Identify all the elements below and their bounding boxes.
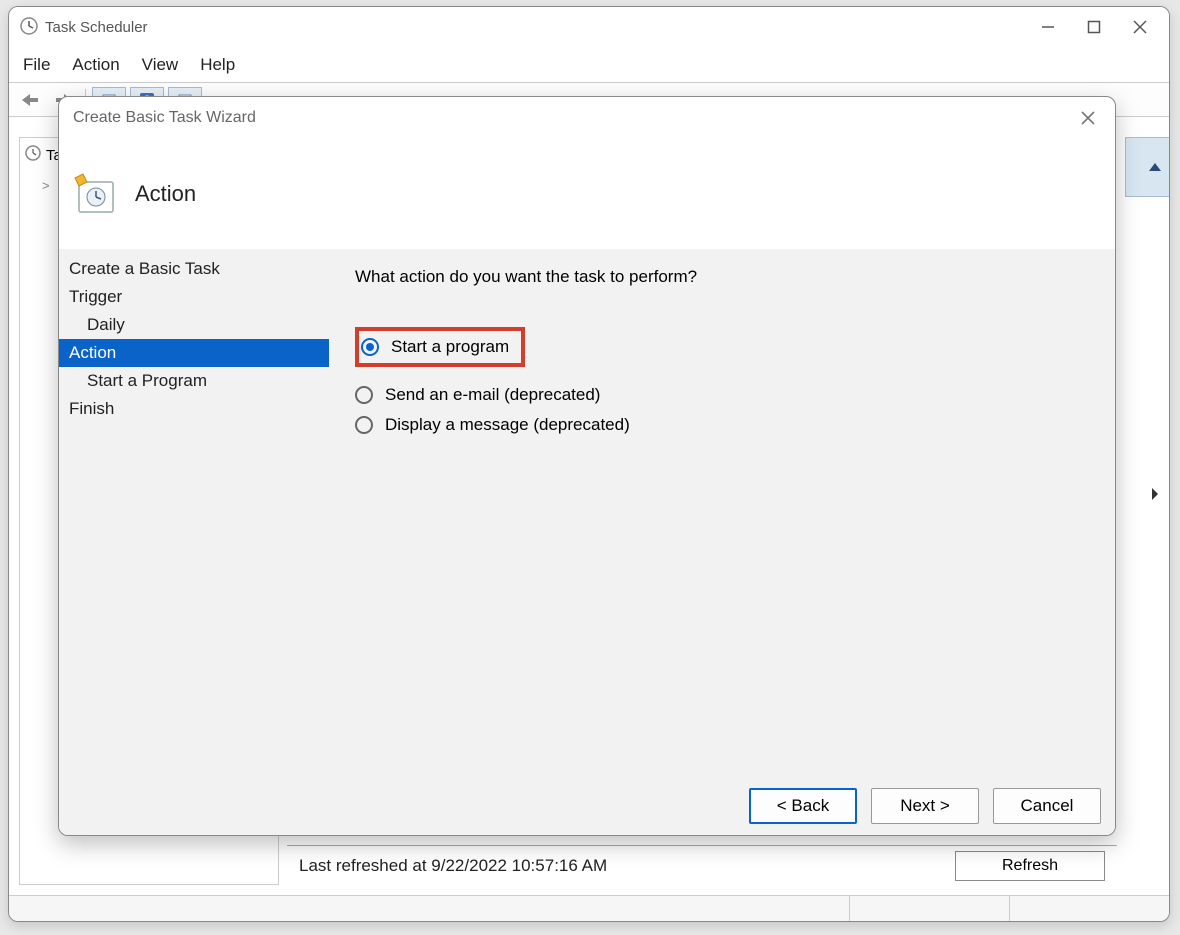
menu-help[interactable]: Help [200,55,235,75]
status-text: Last refreshed at 9/22/2022 10:57:16 AM [299,856,935,876]
statusbar-cell-2 [1009,896,1169,921]
nav-finish[interactable]: Finish [59,395,329,423]
menu-file[interactable]: File [23,55,50,75]
actions-pane [1125,137,1170,885]
close-button[interactable] [1117,11,1163,43]
wizard-dialog: Create Basic Task Wizard Action Create a… [58,96,1116,836]
menu-action[interactable]: Action [72,55,119,75]
actions-expand[interactable] [1125,477,1170,511]
titlebar: Task Scheduler [9,7,1169,47]
back-button[interactable]: < Back [749,788,857,824]
menu-view[interactable]: View [142,55,179,75]
radio-start-program[interactable] [361,338,379,356]
clock-icon [24,144,42,166]
wizard-title: Create Basic Task Wizard [73,109,1071,127]
menubar: File Action View Help [9,47,1169,83]
nav-trigger-daily[interactable]: Daily [59,311,329,339]
status-area: Last refreshed at 9/22/2022 10:57:16 AM … [287,845,1117,885]
nav-create-basic-task[interactable]: Create a Basic Task [59,255,329,283]
statusbar [9,895,1169,921]
refresh-button[interactable]: Refresh [955,851,1105,881]
radio-start-program-label: Start a program [391,337,509,357]
next-button[interactable]: Next > [871,788,979,824]
window-controls [1025,11,1163,43]
nav-trigger[interactable]: Trigger [59,283,329,311]
highlighted-option: Start a program [355,327,525,367]
tree-expand-icon[interactable]: > [42,178,54,193]
statusbar-cell-1 [849,896,1009,921]
maximize-button[interactable] [1071,11,1117,43]
radio-send-email[interactable] [355,386,373,404]
wizard-close-button[interactable] [1071,101,1105,135]
wizard-footer: < Back Next > Cancel [59,777,1115,835]
wizard-header: Action [59,139,1115,249]
nav-action-start-program[interactable]: Start a Program [59,367,329,395]
radio-display-message-label: Display a message (deprecated) [385,415,630,435]
actions-collapse[interactable] [1125,137,1170,197]
app-icon [19,16,39,39]
wizard-prompt: What action do you want the task to perf… [355,267,1089,287]
cancel-button[interactable]: Cancel [993,788,1101,824]
nav-back-button[interactable] [15,87,45,113]
radio-display-message[interactable] [355,416,373,434]
wizard-header-text: Action [135,181,196,207]
wizard-header-icon [73,172,117,216]
wizard-content: What action do you want the task to perf… [329,249,1115,777]
wizard-nav: Create a Basic Task Trigger Daily Action… [59,249,329,777]
nav-action[interactable]: Action [59,339,329,367]
wizard-body: Create a Basic Task Trigger Daily Action… [59,249,1115,777]
minimize-button[interactable] [1025,11,1071,43]
wizard-titlebar: Create Basic Task Wizard [59,97,1115,139]
radio-send-email-label: Send an e-mail (deprecated) [385,385,600,405]
window-title: Task Scheduler [45,19,1025,36]
